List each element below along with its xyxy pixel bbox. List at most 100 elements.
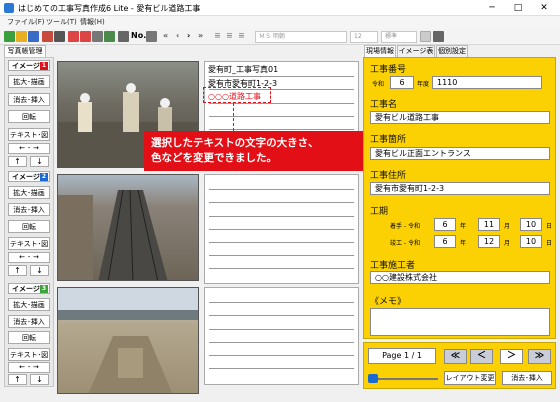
image-1-updown: ↑ ↓ (8, 156, 50, 167)
color-swatch[interactable] (433, 31, 444, 42)
export-icon[interactable] (104, 31, 115, 42)
next-icon[interactable]: › (187, 31, 190, 40)
menu-tools[interactable]: ツール(T) (46, 17, 77, 27)
end-month-input[interactable]: 12 (478, 235, 500, 248)
memo-input[interactable] (370, 308, 550, 336)
site-info-panel: 工事番号 令和 6 年度 1110 工事名 愛有ビル道路工事 工事箇所 愛有ビル… (363, 57, 556, 339)
memo-area-2[interactable] (204, 174, 359, 284)
open-folder-icon[interactable] (16, 31, 27, 42)
image-2-delete-insert-button[interactable]: 消去･挿入 (8, 203, 50, 216)
image-3-lr-button[interactable]: ← ･ → (8, 362, 50, 373)
tool-icon[interactable] (42, 31, 53, 42)
zoom-slider-track[interactable] (378, 378, 438, 380)
image-3-up-button[interactable]: ↑ (8, 374, 27, 385)
font-color-icon[interactable] (420, 31, 431, 42)
koji-basho-input[interactable]: 愛有ビル正面エントランス (370, 147, 550, 160)
callout-connector (233, 103, 234, 131)
sekosha-input[interactable]: ○○建設株式会社 (370, 271, 550, 284)
font-name-select[interactable]: ＭＳ 明朝 (255, 31, 347, 43)
menu-info[interactable]: 情報(H) (80, 17, 105, 27)
photo-3[interactable] (57, 287, 199, 394)
image-3-updown: ↑ ↓ (8, 374, 50, 385)
start-year-input[interactable]: 6 (434, 218, 456, 231)
last-page-button[interactable]: ≫ (528, 349, 551, 364)
image-3-text-button[interactable]: テキスト･図 (8, 348, 50, 361)
image-1-down-button[interactable]: ↓ (30, 156, 49, 167)
memo-label: 《メモ》 (370, 297, 407, 307)
tab-image-display[interactable]: イメージ表示 (397, 45, 435, 66)
image-1-rotate-button[interactable]: 回転 (8, 110, 50, 123)
pdf2-icon[interactable] (80, 31, 91, 42)
image-2-lr-button[interactable]: ← ･ → (8, 252, 50, 263)
image-3-rotate-button[interactable]: 回転 (8, 331, 50, 344)
number-button[interactable]: No. (131, 31, 146, 40)
image-3-zoom-button[interactable]: 拡大･描画 (8, 298, 50, 311)
image-2-zoom-button[interactable]: 拡大･描画 (8, 186, 50, 199)
image-2-text-button[interactable]: テキスト･図 (8, 237, 50, 250)
start-day-unit: 日 (546, 223, 553, 230)
first-page-button[interactable]: ≪ (444, 349, 467, 364)
nav-delete-insert-button[interactable]: 消去･挿入 (502, 371, 552, 385)
image-2-down-button[interactable]: ↓ (30, 265, 49, 276)
image-1-zoom-button[interactable]: 拡大･描画 (8, 75, 50, 88)
end-year-unit: 年 (460, 240, 467, 247)
minimize-button[interactable]: ─ (482, 2, 502, 14)
image-2-up-button[interactable]: ↑ (8, 265, 27, 276)
image-1-text-button[interactable]: テキスト･図 (8, 128, 50, 141)
align-left-icon[interactable]: ≡ (214, 31, 221, 40)
align-right-icon[interactable]: ≡ (238, 31, 245, 40)
font-size-select[interactable]: 12 (350, 31, 378, 43)
save-icon[interactable] (28, 31, 39, 42)
title-bar: はじめての工事写真作成6 Lite - 愛有ビル道路工事 ─ □ ✕ (0, 0, 560, 16)
sekosha-label: 工事施工者 (370, 261, 416, 271)
koji-basho-label: 工事箇所 (370, 135, 407, 145)
tab-photo-album[interactable]: 写真帳管理 (4, 45, 46, 57)
image-2-label: イメージ 2 (8, 171, 50, 182)
prev-page-button[interactable]: ＜ (470, 349, 493, 364)
koji-mei-label: 工事名 (370, 100, 398, 110)
prev-icon[interactable]: ‹ (176, 31, 179, 40)
photo-2[interactable] (57, 174, 199, 281)
first-icon[interactable]: « (163, 31, 168, 40)
image-2-rotate-button[interactable]: 回転 (8, 220, 50, 233)
tab-site-info[interactable]: 現場情報 (364, 45, 396, 57)
image-3-down-button[interactable]: ↓ (30, 374, 49, 385)
end-year-input[interactable]: 6 (434, 235, 456, 248)
zoom-slider-thumb[interactable] (368, 374, 378, 383)
align-center-icon[interactable]: ≡ (226, 31, 233, 40)
last-icon[interactable]: » (198, 31, 203, 40)
memo-area-3[interactable] (204, 287, 359, 385)
font-style-select[interactable]: 標準 (381, 31, 417, 43)
tab-individual-settings[interactable]: 個別設定 (436, 45, 468, 57)
wrench-icon[interactable] (118, 31, 129, 42)
callout-line-2: 色などを変更できました。 (151, 152, 277, 164)
window-title: はじめての工事写真作成6 Lite - 愛有ビル道路工事 (18, 4, 201, 13)
image-1-delete-insert-button[interactable]: 消去･挿入 (8, 93, 50, 106)
next-page-button[interactable]: ＞ (500, 349, 523, 364)
image-3-delete-insert-button[interactable]: 消去･挿入 (8, 315, 50, 328)
year-input[interactable]: 6 (390, 76, 414, 89)
new-icon[interactable] (4, 31, 15, 42)
menu-file[interactable]: ファイル(F) (7, 17, 45, 27)
koji-jusho-label: 工事住所 (370, 171, 407, 181)
start-month-input[interactable]: 11 (478, 218, 500, 231)
koji-jusho-input[interactable]: 愛有市愛有町1-2-3 (370, 182, 550, 195)
start-label: 着手 (390, 223, 403, 230)
toolbar: No. « ‹ › » ≡ ≡ ≡ ＭＳ 明朝 12 標準 (0, 29, 560, 45)
print-icon[interactable] (54, 31, 65, 42)
start-day-input[interactable]: 10 (520, 218, 542, 231)
photo-3-scene (58, 288, 198, 393)
tool2-icon[interactable] (146, 31, 157, 42)
close-button[interactable]: ✕ (534, 2, 554, 14)
photo-2-scene (58, 189, 168, 280)
end-day-input[interactable]: 10 (520, 235, 542, 248)
koji-mei-input[interactable]: 愛有ビル道路工事 (370, 111, 550, 124)
maximize-button[interactable]: □ (508, 2, 528, 14)
image-1-up-button[interactable]: ↑ (8, 156, 27, 167)
pdf-icon[interactable] (68, 31, 79, 42)
koji-number-input[interactable]: 1110 (432, 76, 542, 89)
image-1-lr-button[interactable]: ← ･ → (8, 143, 50, 154)
layout-change-button[interactable]: レイアウト変更 (444, 371, 496, 385)
app-icon (4, 3, 14, 13)
printer-icon[interactable] (92, 31, 103, 42)
